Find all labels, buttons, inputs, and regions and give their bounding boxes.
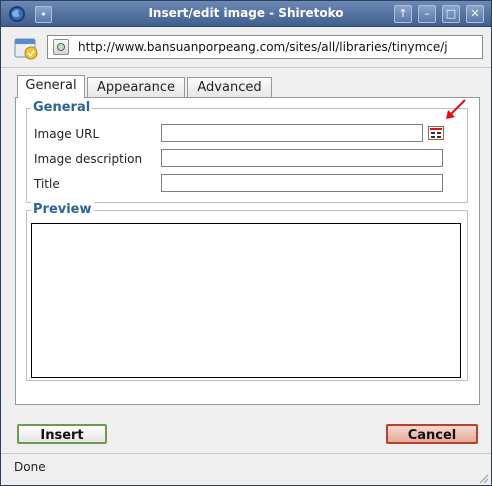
site-identity-icon[interactable] xyxy=(53,39,69,55)
url-field[interactable]: http://www.bansuanporpeang.com/sites/all… xyxy=(47,35,483,59)
dialog-window: • Insert/edit image - Shiretoko ↑ – □ ✕ … xyxy=(0,0,492,486)
resize-grip-icon[interactable] xyxy=(477,472,489,484)
cancel-button[interactable]: Cancel xyxy=(386,424,478,444)
status-bar: Done xyxy=(1,453,491,485)
title-label: Title xyxy=(34,177,60,191)
location-bar: http://www.bansuanporpeang.com/sites/all… xyxy=(1,27,491,68)
title-input[interactable] xyxy=(161,174,443,192)
minimize-button[interactable]: – xyxy=(418,5,436,23)
general-fieldset: General Image URL Image description Titl… xyxy=(26,100,468,203)
image-description-input[interactable] xyxy=(161,149,443,167)
tab-appearance[interactable]: Appearance xyxy=(87,77,185,97)
site-favicon-icon xyxy=(14,38,38,60)
shade-button[interactable]: ↑ xyxy=(394,5,412,23)
title-bar[interactable]: • Insert/edit image - Shiretoko ↑ – □ ✕ xyxy=(1,1,491,27)
tab-general[interactable]: General xyxy=(17,75,85,98)
image-url-input[interactable] xyxy=(161,124,423,142)
url-text: http://www.bansuanporpeang.com/sites/all… xyxy=(78,40,448,54)
preview-legend: Preview xyxy=(31,202,94,218)
image-url-label: Image URL xyxy=(34,127,100,141)
image-preview-area xyxy=(31,223,461,378)
file-browser-icon[interactable] xyxy=(428,126,444,140)
maximize-button[interactable]: □ xyxy=(442,5,460,23)
close-window-button[interactable]: ✕ xyxy=(466,5,484,23)
preview-fieldset: Preview xyxy=(26,202,468,381)
tab-advanced[interactable]: Advanced xyxy=(187,77,272,97)
annotation-arrow-icon xyxy=(446,99,466,119)
status-text: Done xyxy=(14,460,46,474)
insert-button[interactable]: Insert xyxy=(17,424,107,444)
general-legend: General xyxy=(31,100,93,116)
tab-panel-general: General Image URL Image description Titl… xyxy=(15,97,480,405)
image-description-label: Image description xyxy=(34,152,143,166)
